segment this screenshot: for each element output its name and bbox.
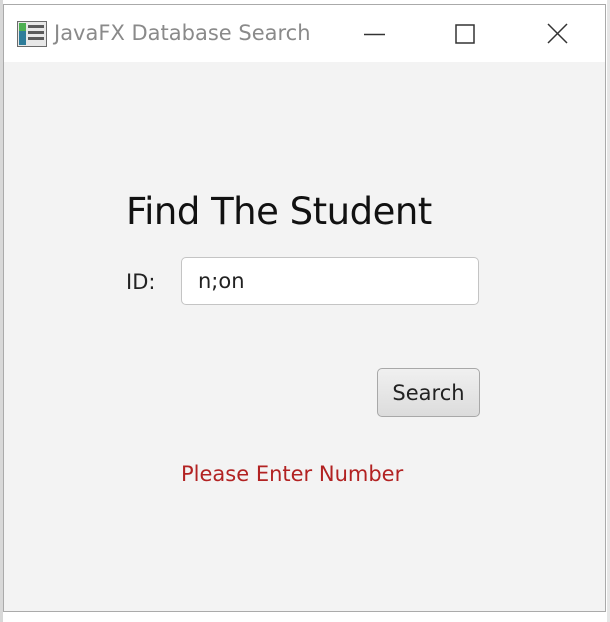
id-label: ID: — [126, 270, 156, 294]
close-icon — [547, 23, 568, 44]
page-title: Find The Student — [126, 190, 432, 233]
minimize-icon — [364, 33, 385, 36]
app-window: JavaFX Database Search Find The Student … — [3, 4, 606, 612]
id-input[interactable] — [181, 257, 479, 305]
error-message: Please Enter Number — [181, 462, 404, 486]
maximize-icon — [455, 24, 475, 44]
title-bar[interactable]: JavaFX Database Search — [4, 5, 605, 62]
minimize-button[interactable] — [329, 5, 421, 62]
window-title: JavaFX Database Search — [54, 21, 311, 45]
close-button[interactable] — [511, 5, 603, 62]
java-app-icon — [17, 21, 47, 47]
maximize-button[interactable] — [419, 5, 511, 62]
search-button[interactable]: Search — [377, 368, 480, 417]
form-panel: Find The Student ID: Search Please Enter… — [4, 62, 605, 611]
